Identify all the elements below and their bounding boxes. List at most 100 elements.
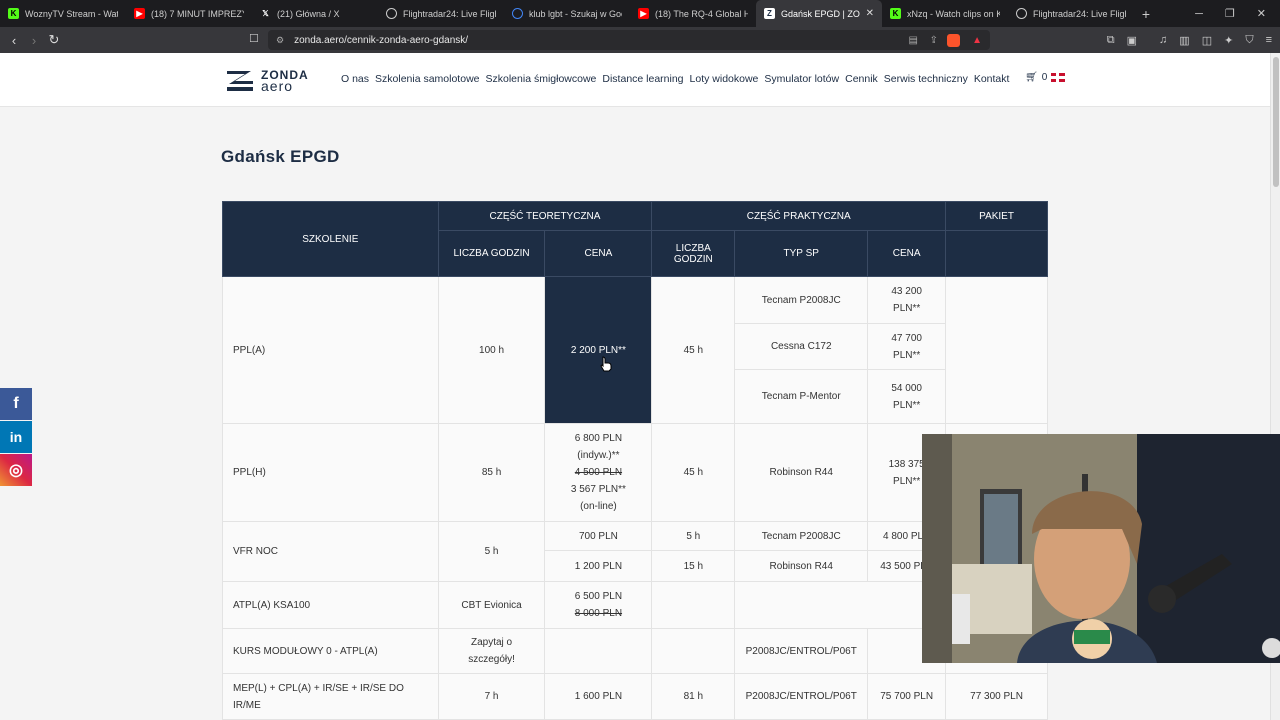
browser-tab[interactable]: ▶ (18) The RQ-4 Global Haw — [630, 0, 756, 27]
wallet2-icon[interactable]: ◫ — [1202, 34, 1212, 47]
browser-tab[interactable]: ▶ (18) 7 MINUT IMPREZY Z C — [126, 0, 252, 27]
nav-item[interactable]: Loty widokowe — [690, 73, 759, 85]
share-icon[interactable]: ⇪ — [930, 35, 938, 46]
browser-tab[interactable]: Z Gdańsk EPGD | ZONDA ✕ — [756, 0, 882, 27]
close-window-icon[interactable]: ✕ — [1257, 7, 1266, 20]
close-tab-icon[interactable]: ✕ — [866, 8, 874, 19]
sidebar-icon[interactable]: ▥ — [1179, 34, 1189, 47]
header-teoria: CZĘŚĆ TEORETYCZNA — [437, 201, 653, 231]
browser-tab-label: (18) 7 MINUT IMPREZY Z C — [151, 8, 244, 19]
rewards-icon[interactable]: ▲ — [972, 35, 982, 46]
browser-tab-label: Gdańsk EPGD | ZONDA — [781, 8, 860, 19]
site-info-icon[interactable]: ⚙ — [276, 35, 284, 46]
zonda-logo[interactable]: ZONDA aero — [225, 67, 309, 95]
url-field[interactable]: ⚙ zonda.aero/cennik-zonda-aero-gdansk/ ▤… — [268, 30, 990, 50]
linkedin-button[interactable]: in — [0, 421, 32, 453]
header-praktyka: CZĘŚĆ PRAKTYCZNA — [651, 201, 947, 231]
zonda-logo-icon — [227, 71, 253, 91]
nav-item[interactable]: Szkolenia samolotowe — [375, 73, 479, 85]
mep-price: 1 600 PLN — [544, 673, 653, 720]
nav-item[interactable]: Serwis techniczny — [884, 73, 968, 85]
ppla-aircraft-price-1: 43 200 PLN** — [867, 276, 947, 324]
ppla-hours: 100 h — [437, 276, 546, 424]
webcam-overlay — [922, 434, 1280, 663]
wallet-icon[interactable]: ▣ — [1127, 34, 1137, 47]
globe-icon — [1016, 8, 1027, 19]
atpl-old-price: 8 000 PLN — [574, 608, 623, 619]
cart[interactable]: 🛒︎ 0 — [1025, 72, 1066, 83]
header-szkolenie: SZKOLENIE — [222, 201, 439, 277]
bookmark-icon[interactable]: ☐ — [249, 32, 259, 45]
scrollbar-thumb[interactable] — [1273, 57, 1279, 187]
pplh-name: PPL(H) — [222, 423, 439, 522]
pplh-prac-hours: 45 h — [651, 423, 736, 522]
browser-tab-bar: K WoznyTV Stream - Watch ▶ (18) 7 MINUT IMP… — [0, 0, 1280, 27]
hand-cursor-icon — [600, 356, 612, 372]
browser-tab[interactable]: Flightradar24: Live Flight T — [378, 0, 504, 27]
menu-icon[interactable]: ≡ — [1266, 34, 1272, 46]
back-icon[interactable]: ‹ — [4, 33, 24, 48]
vfr-price-2: 1 200 PLN — [544, 550, 653, 582]
reload-icon[interactable]: ↻ — [44, 32, 64, 48]
mep-hours: 7 h — [437, 673, 546, 720]
browser-tab[interactable]: K WoznyTV Stream - Watch — [0, 0, 126, 27]
pplh-price: 6 800 PLN (indyw.)** 4 500 PLN 3 567 PLN… — [544, 423, 653, 522]
browser-tab[interactable]: Flightradar24: Live Flight T — [1008, 0, 1134, 27]
extensions-icon[interactable]: ⧉ — [1107, 34, 1115, 47]
atpl-name: ATPL(A) KSA100 — [222, 581, 439, 629]
ppla-price-2a: 47 700 — [891, 332, 922, 344]
english-flag-icon[interactable] — [1051, 73, 1066, 82]
nav-item[interactable]: Szkolenia śmigłowcowe — [486, 73, 597, 85]
instagram-icon: ◎ — [9, 462, 23, 479]
minimize-icon[interactable]: ─ — [1195, 8, 1203, 20]
mep-aircraft: P2008JC/ENTROL/P06T — [734, 673, 869, 720]
forward-icon[interactable]: › — [24, 33, 44, 48]
kurs0-price — [544, 628, 653, 674]
atpl-prac-hours — [651, 581, 736, 629]
ppla-price-2b: PLN** — [893, 349, 921, 361]
brave-shield-icon[interactable] — [947, 33, 960, 47]
browser-tab-label: (21) Główna / X — [277, 8, 340, 19]
browser-tab-label: klub lgbt - Szukaj w Googl — [529, 8, 622, 19]
nav-item[interactable]: Symulator lotów — [764, 73, 839, 85]
music-icon[interactable]: ♫ — [1159, 34, 1167, 46]
ppla-aircraft-3: Tecnam P-Mentor — [734, 369, 869, 424]
browser-tab[interactable]: klub lgbt - Szukaj w Googl — [504, 0, 630, 27]
ppla-aircraft-price-3: 54 000 PLN** — [867, 369, 947, 424]
browser-tab-label: (18) The RQ-4 Global Haw — [655, 8, 748, 19]
header-cena-prac: CENA — [867, 230, 947, 277]
nav-item[interactable]: O nas — [341, 73, 369, 85]
instagram-button[interactable]: ◎ — [0, 454, 32, 486]
new-tab-icon[interactable]: + — [1134, 6, 1158, 22]
header-liczba-godzin: LICZBA GODZIN — [437, 230, 546, 277]
kurs0-name: KURS MODUŁOWY 0 - ATPL(A) — [222, 628, 439, 674]
mep-name-2: IR/ME — [233, 699, 261, 711]
kick-icon: K — [890, 8, 901, 19]
vfr-prac-hours-2: 15 h — [651, 550, 736, 582]
pplh-price-2: (indyw.)** — [577, 450, 620, 461]
linkedin-icon: in — [9, 429, 23, 445]
window-controls: ─ ❐ ✕ — [1195, 0, 1280, 27]
pplh-online-2: (on-line) — [580, 501, 617, 512]
x-icon: 𝕏 — [262, 9, 269, 18]
kick-icon: K — [8, 8, 19, 19]
ppla-price-1b: PLN** — [893, 303, 921, 314]
reader-icon[interactable]: ▤ — [909, 35, 918, 46]
vfr-price-1: 700 PLN — [544, 521, 653, 551]
browser-tab[interactable]: KxNzq - Watch clips on Kick — [882, 0, 1008, 27]
restore-icon[interactable]: ❐ — [1225, 7, 1235, 20]
vfr-name: VFR NOC — [222, 521, 439, 582]
browser-tab[interactable]: 𝕏 (21) Główna / X — [252, 0, 378, 27]
nav-item[interactable]: Distance learning — [602, 73, 683, 85]
leo-icon[interactable]: ✦ — [1224, 34, 1233, 47]
cart-icon: 🛒︎ — [1025, 72, 1038, 83]
facebook-button[interactable]: f — [0, 388, 32, 420]
header-godzin: GODZIN — [673, 253, 713, 265]
ppla-aircraft-2: Cessna C172 — [734, 323, 869, 370]
browser-tab-label: WoznyTV Stream - Watch — [25, 8, 118, 19]
nav-item[interactable]: Cennik — [845, 73, 878, 85]
ppla-prac-hours: 45 h — [651, 276, 736, 424]
header-liczba: LICZBA — [675, 242, 711, 254]
vpn-icon[interactable]: ⛉ — [1245, 34, 1253, 47]
nav-item[interactable]: Kontakt — [974, 73, 1010, 85]
